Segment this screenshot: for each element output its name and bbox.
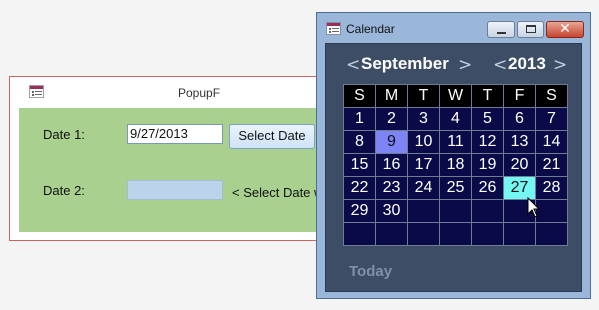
close-icon: ✕ bbox=[559, 21, 571, 37]
calendar-title: Calendar bbox=[346, 22, 395, 36]
day-cell[interactable]: 4 bbox=[439, 107, 472, 131]
minimize-button[interactable] bbox=[487, 21, 515, 38]
week-row: 8 9 10 11 12 13 14 bbox=[343, 130, 568, 154]
day-cell[interactable] bbox=[471, 222, 504, 246]
date1-label: Date 1: bbox=[43, 127, 85, 142]
day-cell[interactable] bbox=[343, 222, 376, 246]
popupf-form-window: PopupF Date 1: 9/27/2013 Select Date Dat… bbox=[9, 76, 349, 241]
maximize-icon bbox=[526, 25, 536, 33]
calendar-grid: S M T W T F S 1 2 3 4 5 6 7 8 9 10 11 12… bbox=[343, 84, 568, 246]
prev-month-button[interactable]: < bbox=[346, 56, 360, 74]
day-cell[interactable]: 10 bbox=[407, 130, 440, 154]
calendar-window: Calendar ✕ < September > < 2013 > S M T … bbox=[316, 12, 591, 299]
weekday-header-row: S M T W T F S bbox=[343, 84, 568, 108]
date2-hint: < Select Date w bbox=[232, 185, 324, 200]
day-cell[interactable]: 19 bbox=[471, 153, 504, 177]
weekday-header: T bbox=[471, 84, 504, 108]
day-cell[interactable]: 16 bbox=[375, 153, 408, 177]
day-cell[interactable] bbox=[407, 199, 440, 223]
day-cell[interactable]: 5 bbox=[471, 107, 504, 131]
date2-field[interactable] bbox=[127, 180, 223, 200]
minimize-icon bbox=[497, 32, 506, 34]
next-month-button[interactable]: > bbox=[458, 56, 472, 74]
day-cell[interactable]: 24 bbox=[407, 176, 440, 200]
week-row: 1 2 3 4 5 6 7 bbox=[343, 107, 568, 131]
select-date-button[interactable]: Select Date bbox=[229, 124, 315, 149]
weekday-header: T bbox=[407, 84, 440, 108]
month-label: September bbox=[361, 54, 449, 73]
calendar-titlebar[interactable]: Calendar ✕ bbox=[317, 13, 590, 43]
day-cell[interactable]: 2 bbox=[375, 107, 408, 131]
day-cell[interactable]: 21 bbox=[535, 153, 568, 177]
form-icon bbox=[29, 85, 44, 98]
day-cell[interactable]: 12 bbox=[471, 130, 504, 154]
week-row: 15 16 17 18 19 20 21 bbox=[343, 153, 568, 177]
day-cell[interactable]: 18 bbox=[439, 153, 472, 177]
weekday-header: W bbox=[439, 84, 472, 108]
day-cell[interactable]: 17 bbox=[407, 153, 440, 177]
calendar-body: < September > < 2013 > S M T W T F S 1 2… bbox=[325, 43, 582, 292]
date2-label: Date 2: bbox=[43, 183, 85, 198]
week-row bbox=[343, 222, 568, 246]
day-cell[interactable]: 13 bbox=[503, 130, 536, 154]
day-cell[interactable]: 30 bbox=[375, 199, 408, 223]
day-cell[interactable] bbox=[439, 199, 472, 223]
close-button[interactable]: ✕ bbox=[546, 21, 584, 38]
weekday-header: F bbox=[503, 84, 536, 108]
day-cell[interactable]: 26 bbox=[471, 176, 504, 200]
today-button[interactable]: Today bbox=[349, 263, 392, 280]
weekday-header: M bbox=[375, 84, 408, 108]
day-cell[interactable]: 14 bbox=[535, 130, 568, 154]
date1-field[interactable]: 9/27/2013 bbox=[127, 124, 223, 144]
day-cell[interactable] bbox=[439, 222, 472, 246]
maximize-button[interactable] bbox=[517, 21, 544, 38]
day-cell[interactable] bbox=[375, 222, 408, 246]
day-cell[interactable]: 11 bbox=[439, 130, 472, 154]
next-year-button[interactable]: > bbox=[553, 56, 567, 74]
day-cell[interactable] bbox=[407, 222, 440, 246]
day-cell[interactable]: 7 bbox=[535, 107, 568, 131]
day-cell[interactable]: 1 bbox=[343, 107, 376, 131]
calendar-window-icon bbox=[326, 22, 341, 35]
weekday-header: S bbox=[535, 84, 568, 108]
day-cell[interactable]: 9 bbox=[375, 130, 408, 154]
day-cell[interactable] bbox=[535, 222, 568, 246]
day-cell[interactable]: 8 bbox=[343, 130, 376, 154]
weekday-header: S bbox=[343, 84, 376, 108]
form-detail-section: Date 1: 9/27/2013 Select Date Date 2: < … bbox=[19, 108, 339, 232]
mouse-pointer-icon bbox=[527, 197, 541, 218]
form-titlebar: PopupF bbox=[10, 77, 348, 107]
day-cell[interactable]: 15 bbox=[343, 153, 376, 177]
prev-year-button[interactable]: < bbox=[493, 56, 507, 74]
day-cell[interactable]: 25 bbox=[439, 176, 472, 200]
year-label: 2013 bbox=[508, 54, 546, 73]
day-cell[interactable]: 23 bbox=[375, 176, 408, 200]
day-cell[interactable]: 20 bbox=[503, 153, 536, 177]
day-cell[interactable] bbox=[503, 222, 536, 246]
day-cell[interactable]: 22 bbox=[343, 176, 376, 200]
day-cell[interactable]: 29 bbox=[343, 199, 376, 223]
day-cell[interactable]: 6 bbox=[503, 107, 536, 131]
form-title: PopupF bbox=[178, 86, 221, 100]
day-cell[interactable]: 3 bbox=[407, 107, 440, 131]
day-cell[interactable] bbox=[471, 199, 504, 223]
